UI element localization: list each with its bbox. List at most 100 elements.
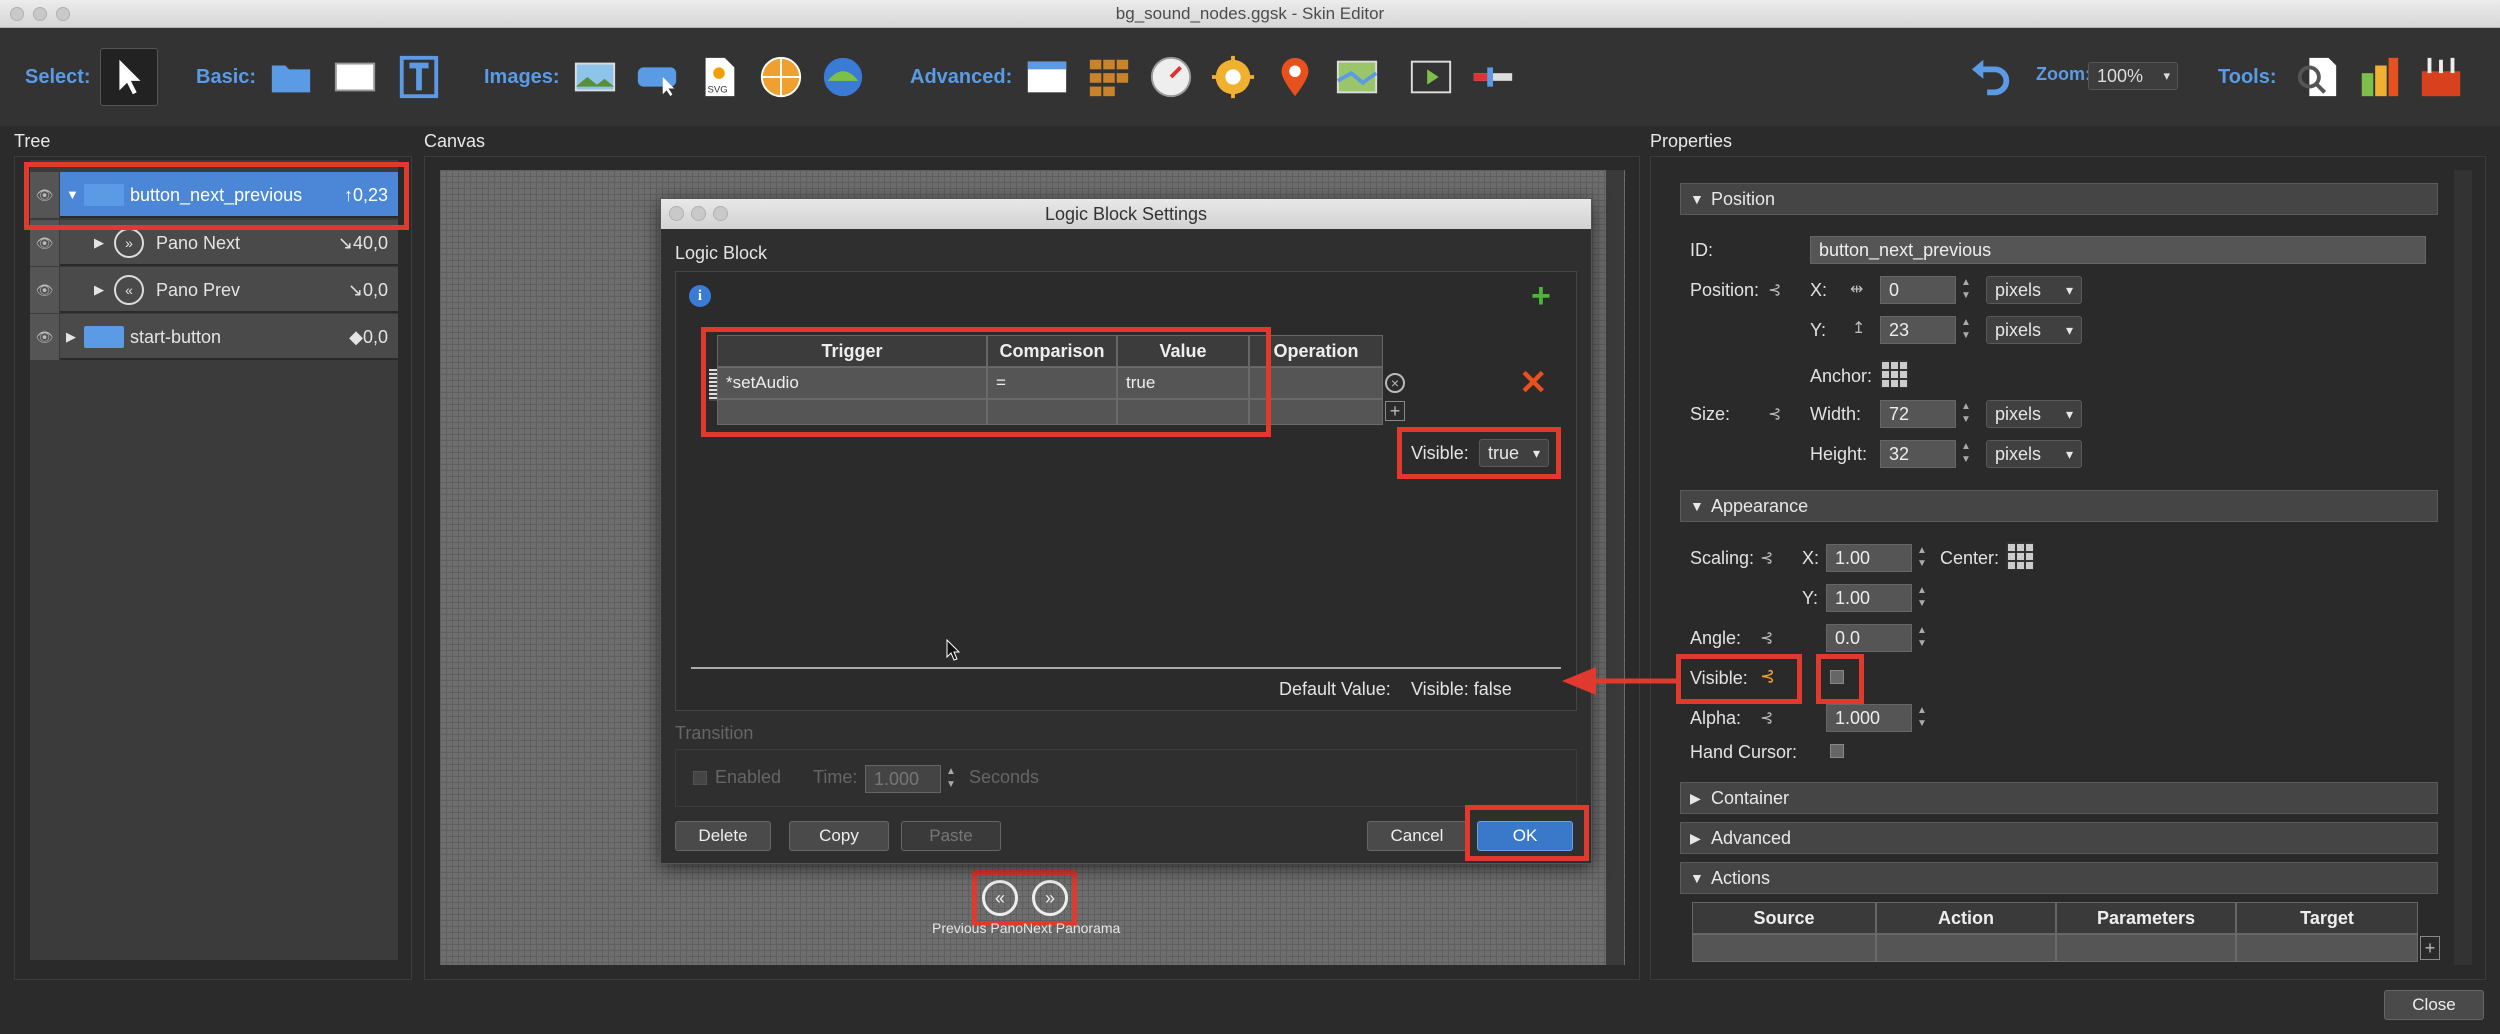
zoom-select[interactable]: 100% ▾ xyxy=(2088,62,2178,90)
cancel-button[interactable]: Cancel xyxy=(1367,821,1467,851)
expand-triangle-icon[interactable]: ▶ xyxy=(66,314,76,360)
link-icon[interactable]: ⊰ xyxy=(1760,548,1773,568)
add-condition-icon[interactable]: + xyxy=(1531,277,1551,316)
close-window-button[interactable] xyxy=(10,7,24,21)
scale-y-stepper[interactable]: ▲ ▼ xyxy=(1914,584,1930,612)
action-column-source[interactable]: Source xyxy=(1692,902,1876,934)
scale-x-stepper[interactable]: ▲ ▼ xyxy=(1914,544,1930,572)
height-unit-select[interactable]: pixels xyxy=(1986,440,2082,468)
window-icon xyxy=(1027,61,1067,93)
angle-stepper[interactable]: ▲ ▼ xyxy=(1914,624,1930,652)
action-cell-source[interactable] xyxy=(1692,934,1876,962)
map-pin-tool-button[interactable] xyxy=(1268,50,1322,104)
link-icon[interactable]: ⊰ xyxy=(1760,708,1773,728)
dialog-zoom-button[interactable] xyxy=(713,206,728,221)
action-column-parameters[interactable]: Parameters xyxy=(2056,902,2236,934)
folder-tool-button[interactable] xyxy=(264,50,318,104)
height-field[interactable]: 32 xyxy=(1880,440,1956,468)
svg-tool-button[interactable]: SVG xyxy=(692,50,746,104)
delete-button[interactable]: Delete xyxy=(675,821,771,851)
canvas-scrollbar[interactable] xyxy=(1606,170,1624,965)
info-icon[interactable]: i xyxy=(689,285,711,307)
text-tool-button[interactable] xyxy=(392,50,446,104)
y-unit-select[interactable]: pixels xyxy=(1986,316,2082,344)
minimize-window-button[interactable] xyxy=(33,7,47,21)
y-field[interactable]: 23 xyxy=(1880,316,1956,344)
zoom-window-button[interactable] xyxy=(56,7,70,21)
tree-item-position: ↘0,0 xyxy=(347,280,388,300)
advanced-section-header[interactable]: ▶ Advanced xyxy=(1680,822,2438,854)
select-tool-button[interactable] xyxy=(100,48,158,106)
actions-section-header[interactable]: ▼ Actions xyxy=(1680,862,2438,894)
height-stepper[interactable]: ▲ ▼ xyxy=(1958,440,1974,468)
time-stepper[interactable]: ▲ ▼ xyxy=(943,765,959,793)
action-cell-parameters[interactable] xyxy=(2056,934,2236,962)
hand-cursor-checkbox[interactable] xyxy=(1830,744,1844,758)
cloud-tool-button[interactable] xyxy=(816,50,870,104)
container-section-header[interactable]: ▶ Container xyxy=(1680,782,2438,814)
toolbox-button[interactable] xyxy=(2414,50,2468,104)
dialog-minimize-button[interactable] xyxy=(691,206,706,221)
text-icon xyxy=(399,55,439,99)
tree-item-pano-prev[interactable]: 👁 ▶ « Pano Prev ↘0,0 xyxy=(30,267,398,313)
map-tool-button[interactable] xyxy=(1330,50,1384,104)
dial-icon xyxy=(1150,56,1192,98)
image-tool-button[interactable] xyxy=(568,50,622,104)
alpha-field[interactable]: 1.000 xyxy=(1826,704,1912,732)
add-row-icon[interactable]: + xyxy=(1385,401,1405,421)
slider-tool-button[interactable] xyxy=(1466,50,1520,104)
angle-field[interactable]: 0.0 xyxy=(1826,624,1912,652)
button-image-tool-button[interactable] xyxy=(630,50,684,104)
scale-x-field[interactable]: 1.00 xyxy=(1826,544,1912,572)
link-icon[interactable]: ⊰ xyxy=(1768,280,1781,300)
time-field[interactable]: 1.000 xyxy=(865,765,941,793)
delete-condition-icon[interactable]: ✕ xyxy=(1519,363,1548,403)
y-stepper[interactable]: ▲ ▼ xyxy=(1958,316,1974,344)
properties-scrollbar[interactable] xyxy=(2454,170,2472,965)
hotspot-tool-button[interactable] xyxy=(1206,50,1260,104)
undo-button[interactable] xyxy=(1964,50,2018,104)
close-button[interactable]: Close xyxy=(2384,990,2484,1020)
cloner-tool-button[interactable] xyxy=(1082,50,1136,104)
alpha-stepper[interactable]: ▲ ▼ xyxy=(1914,704,1930,732)
action-cell-target[interactable] xyxy=(2236,934,2418,962)
container-section-title: Container xyxy=(1711,788,1790,808)
scale-x-label: X: xyxy=(1802,548,1820,568)
find-tool-button[interactable] xyxy=(2290,50,2344,104)
timer-tool-button[interactable] xyxy=(1144,50,1198,104)
x-field[interactable]: 0 xyxy=(1880,276,1956,304)
center-grid-icon[interactable] xyxy=(2006,542,2034,570)
video-tool-button[interactable] xyxy=(1404,50,1458,104)
link-icon[interactable]: ⊰ xyxy=(1768,404,1781,424)
width-unit-select[interactable]: pixels xyxy=(1986,400,2082,428)
tree-item-start-button[interactable]: 👁 ▶ start-button ◆0,0 xyxy=(30,314,398,360)
x-unit-select[interactable]: pixels xyxy=(1986,276,2082,304)
remove-row-icon[interactable]: × xyxy=(1385,373,1405,393)
dialog-close-button[interactable] xyxy=(669,206,684,221)
enabled-label: Enabled xyxy=(715,767,782,787)
color-tool-button[interactable] xyxy=(2352,50,2406,104)
window-tool-button[interactable] xyxy=(1020,50,1074,104)
expand-triangle-icon[interactable]: ▶ xyxy=(94,267,104,313)
action-column-action[interactable]: Action xyxy=(1876,902,2056,934)
eye-icon[interactable]: 👁 xyxy=(30,314,60,360)
rectangle-tool-button[interactable] xyxy=(328,50,382,104)
width-field[interactable]: 72 xyxy=(1880,400,1956,428)
action-cell-action[interactable] xyxy=(1876,934,2056,962)
action-column-target[interactable]: Target xyxy=(2236,902,2418,934)
add-action-icon[interactable]: + xyxy=(2420,936,2440,960)
id-field[interactable]: button_next_previous xyxy=(1810,236,2426,264)
eye-icon[interactable]: 👁 xyxy=(30,267,60,313)
enabled-checkbox[interactable] xyxy=(693,771,707,785)
scale-y-field[interactable]: 1.00 xyxy=(1826,584,1912,612)
x-stepper[interactable]: ▲ ▼ xyxy=(1958,276,1974,304)
anchor-grid-icon[interactable] xyxy=(1880,360,1908,388)
link-icon[interactable]: ⊰ xyxy=(1760,628,1773,648)
panorama-image-tool-button[interactable] xyxy=(754,50,808,104)
width-stepper[interactable]: ▲ ▼ xyxy=(1958,400,1974,428)
appearance-section-header[interactable]: ▼ Appearance xyxy=(1680,490,2438,522)
copy-button[interactable]: Copy xyxy=(789,821,889,851)
properties-panel-title: Properties xyxy=(1650,131,1733,151)
position-section-header[interactable]: ▼ Position xyxy=(1680,183,2438,215)
paste-button[interactable]: Paste xyxy=(901,821,1001,851)
